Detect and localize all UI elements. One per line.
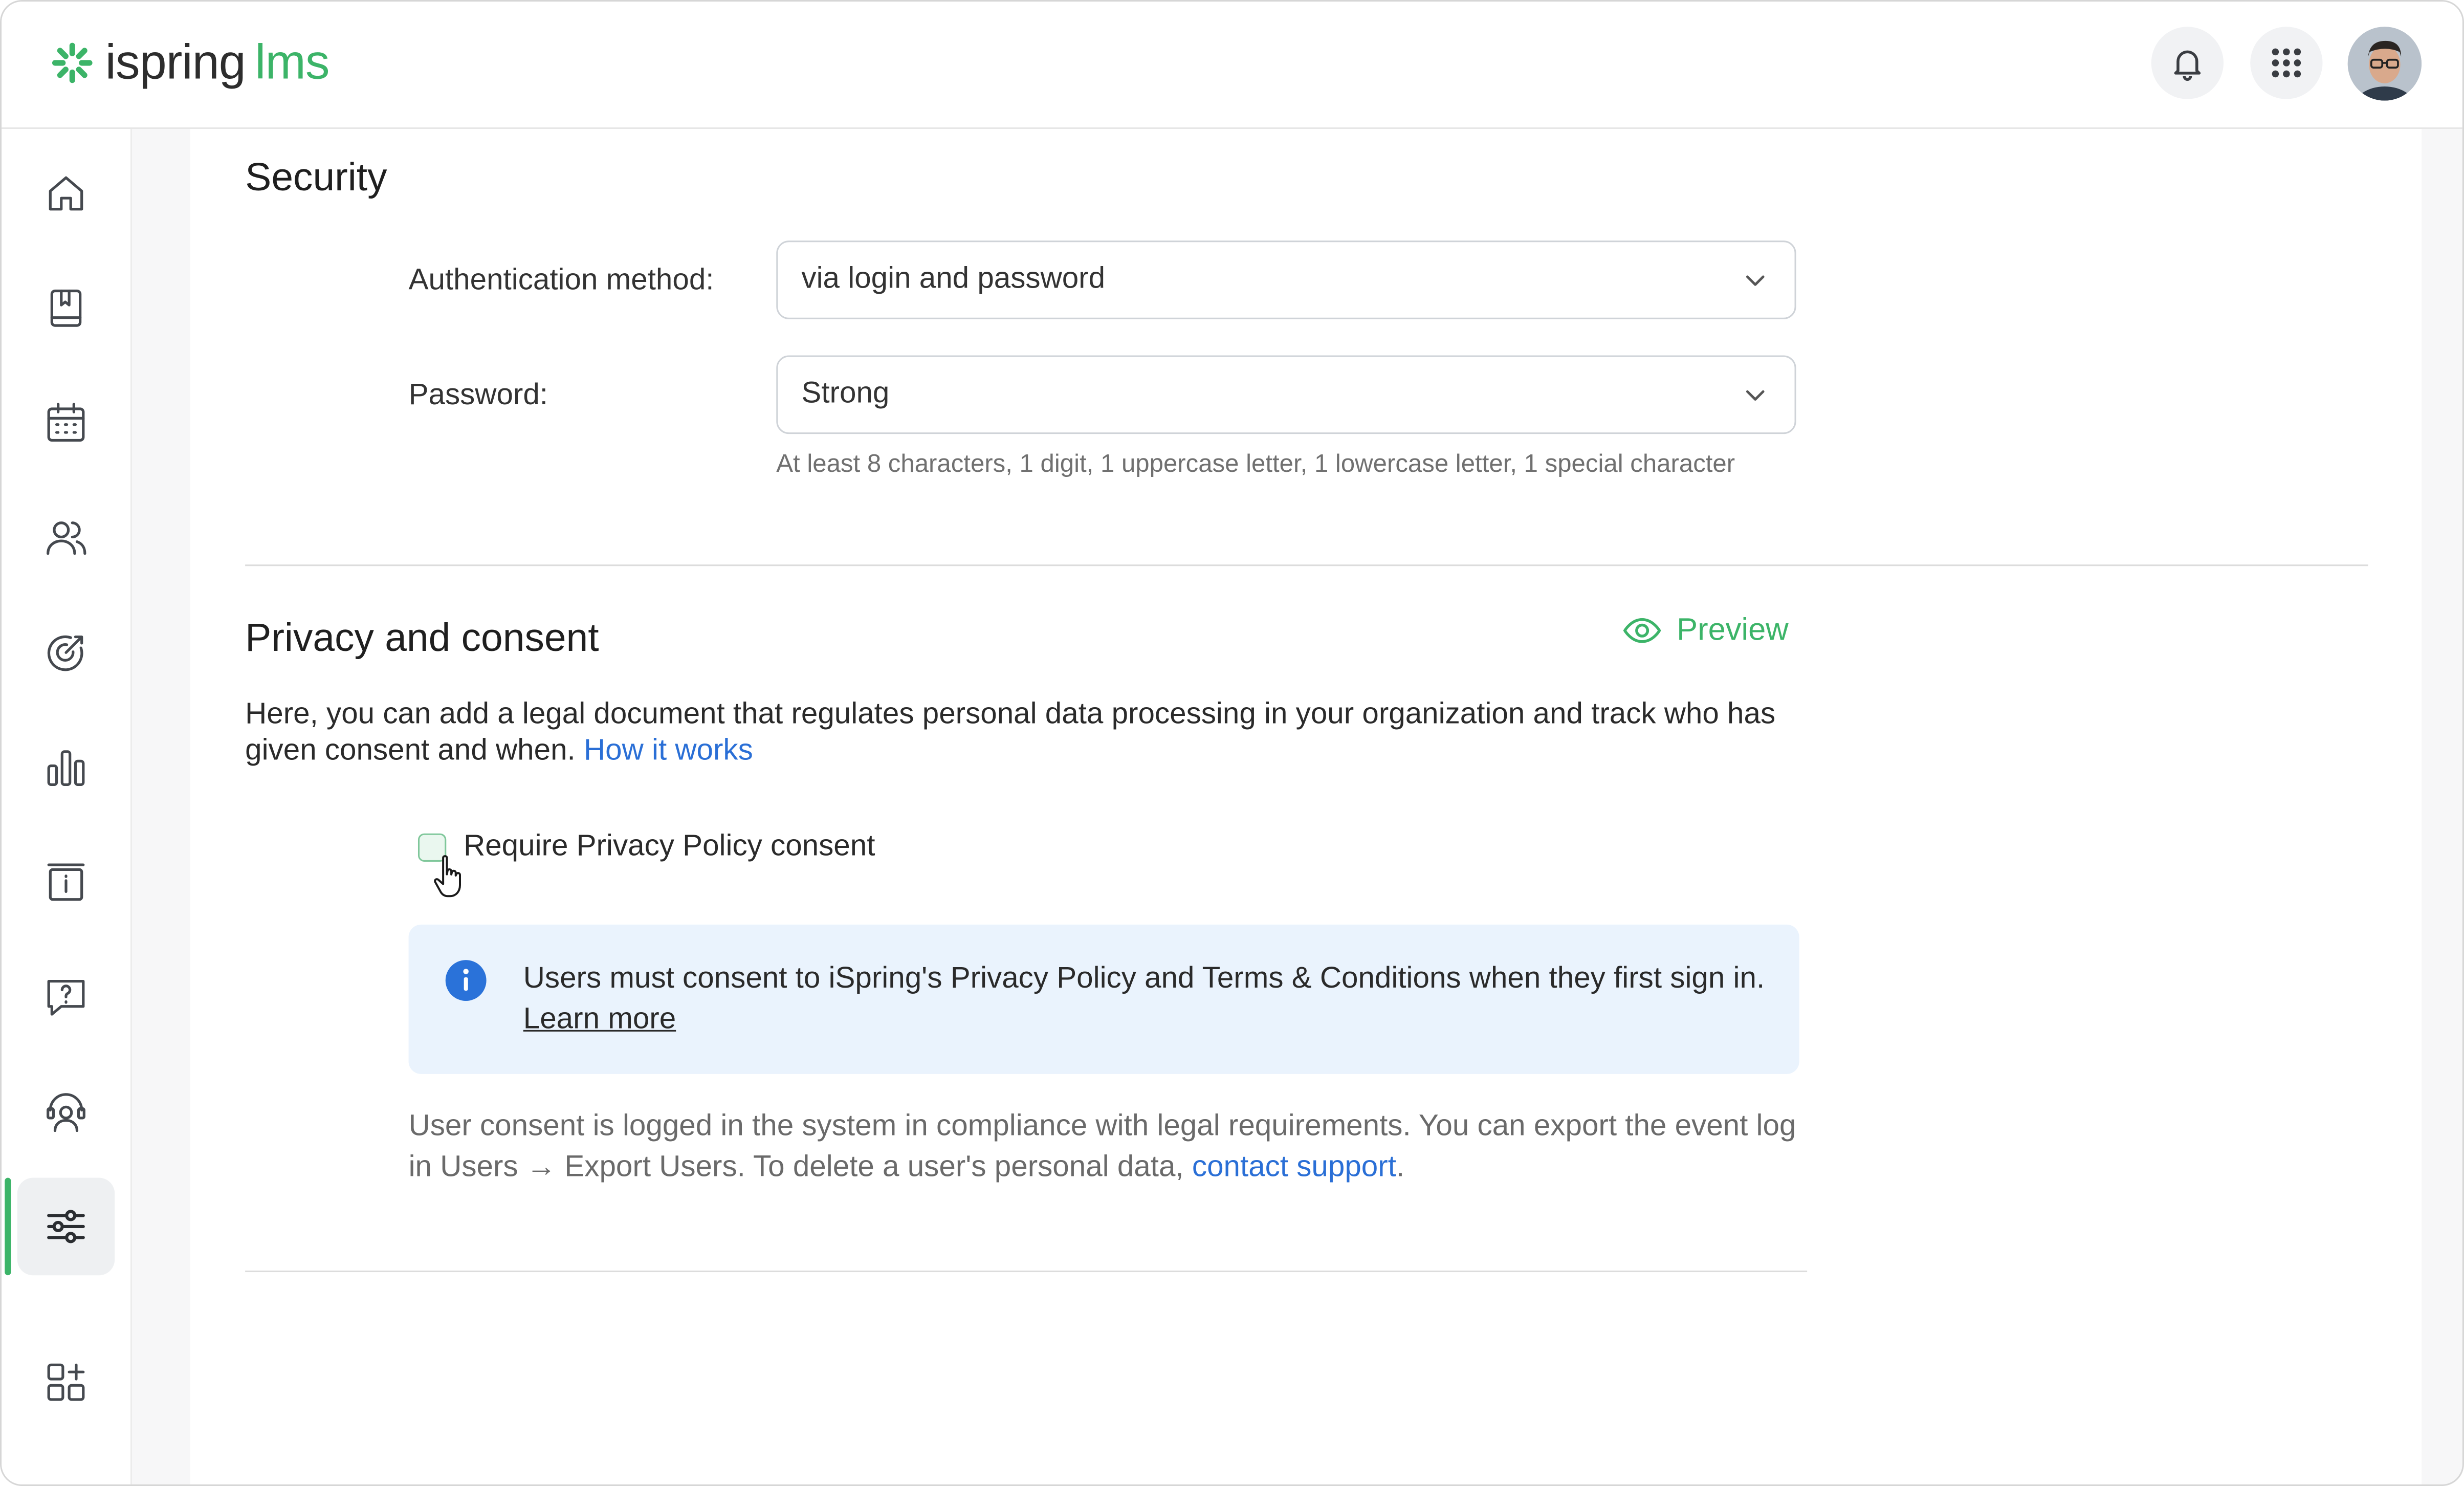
password-label: Password:: [408, 379, 548, 412]
chevron-down-icon: [1746, 275, 1765, 286]
active-nav-indicator: [5, 1177, 11, 1276]
grid-icon: [2272, 48, 2301, 78]
preview-button[interactable]: Preview: [1622, 610, 1789, 651]
info-board-icon: [47, 863, 85, 901]
sidebar-item-add-apps[interactable]: [17, 1334, 115, 1431]
sidebar: [2, 128, 132, 1484]
sidebar-item-settings[interactable]: [17, 1177, 115, 1276]
contact-support-link[interactable]: contact support: [1192, 1151, 1396, 1184]
learn-more-link[interactable]: Learn more: [523, 1003, 676, 1037]
apps-button[interactable]: [2250, 27, 2323, 99]
section-divider-bottom: [245, 1270, 1808, 1273]
logo-text-main: ispring: [105, 34, 246, 90]
sidebar-item-users[interactable]: [17, 489, 115, 587]
info-banner: Users must consent to iSpring's Privacy …: [408, 924, 1799, 1074]
password-strength-value: Strong: [801, 377, 890, 411]
users-icon: [47, 521, 86, 555]
sidebar-item-questions[interactable]: [17, 948, 115, 1046]
chevron-down-icon: [1746, 390, 1765, 401]
sidebar-item-info[interactable]: [17, 834, 115, 931]
add-widget-icon: [47, 1363, 85, 1401]
sidebar-item-courses[interactable]: [17, 259, 115, 357]
auth-method-label: Authentication method:: [408, 264, 714, 297]
info-icon: [445, 960, 487, 1001]
note-end: .: [1396, 1151, 1405, 1184]
calendar-icon: [47, 403, 85, 442]
top-bar: ispring lms: [2, 2, 2462, 129]
book-icon: [50, 289, 82, 327]
password-hint: At least 8 characters, 1 digit, 1 upperc…: [776, 451, 1735, 478]
auth-method-select[interactable]: via login and password: [776, 241, 1796, 319]
sidebar-item-reports[interactable]: [17, 718, 115, 816]
hand-cursor-icon: [434, 855, 461, 898]
avatar-image: [2347, 27, 2422, 101]
user-avatar[interactable]: [2347, 27, 2422, 101]
notifications-button[interactable]: [2151, 27, 2224, 99]
password-strength-select[interactable]: Strong: [776, 355, 1796, 434]
sidebar-item-support[interactable]: [17, 1063, 115, 1161]
home-icon: [49, 176, 83, 211]
security-section-title: Security: [245, 156, 387, 200]
section-divider: [245, 564, 2368, 566]
how-it-works-link[interactable]: How it works: [584, 734, 753, 768]
privacy-description-text: Here, you can add a legal document that …: [245, 698, 1776, 768]
eye-icon: [1623, 618, 1661, 643]
sliders-icon: [47, 1210, 85, 1243]
bar-chart-icon: [47, 750, 85, 786]
ispring-logo-icon: [52, 42, 93, 83]
privacy-consent-option[interactable]: Require Privacy Policy consent: [417, 831, 875, 865]
sidebar-item-home[interactable]: [17, 145, 115, 243]
privacy-description: Here, you can add a legal document that …: [245, 696, 1816, 769]
preview-label: Preview: [1677, 612, 1789, 647]
settings-content: Security Authentication method: via logi…: [190, 128, 2422, 1484]
info-message: Users must consent to iSpring's Privacy …: [523, 962, 1765, 996]
consent-log-note: User consent is logged in the system in …: [409, 1107, 1808, 1189]
privacy-consent-label[interactable]: Require Privacy Policy consent: [464, 831, 875, 865]
question-chat-icon: [47, 979, 85, 1016]
sidebar-item-calendar[interactable]: [17, 374, 115, 472]
logo-text-accent: lms: [255, 34, 329, 90]
support-agent-icon: [47, 1093, 85, 1132]
info-banner-text: Users must consent to iSpring's Privacy …: [523, 959, 1780, 1041]
ispring-logo[interactable]: ispring lms: [49, 33, 330, 93]
sidebar-item-goals[interactable]: [17, 604, 115, 702]
consent-log-text: User consent is logged in the system in …: [408, 1110, 1796, 1184]
bell-icon: [2174, 50, 2201, 81]
auth-method-value: via login and password: [801, 263, 1106, 296]
app-window: ispring lms Security Authentication meth…: [0, 0, 2464, 1486]
privacy-section-title: Privacy and consent: [245, 616, 599, 661]
target-icon: [47, 635, 83, 671]
